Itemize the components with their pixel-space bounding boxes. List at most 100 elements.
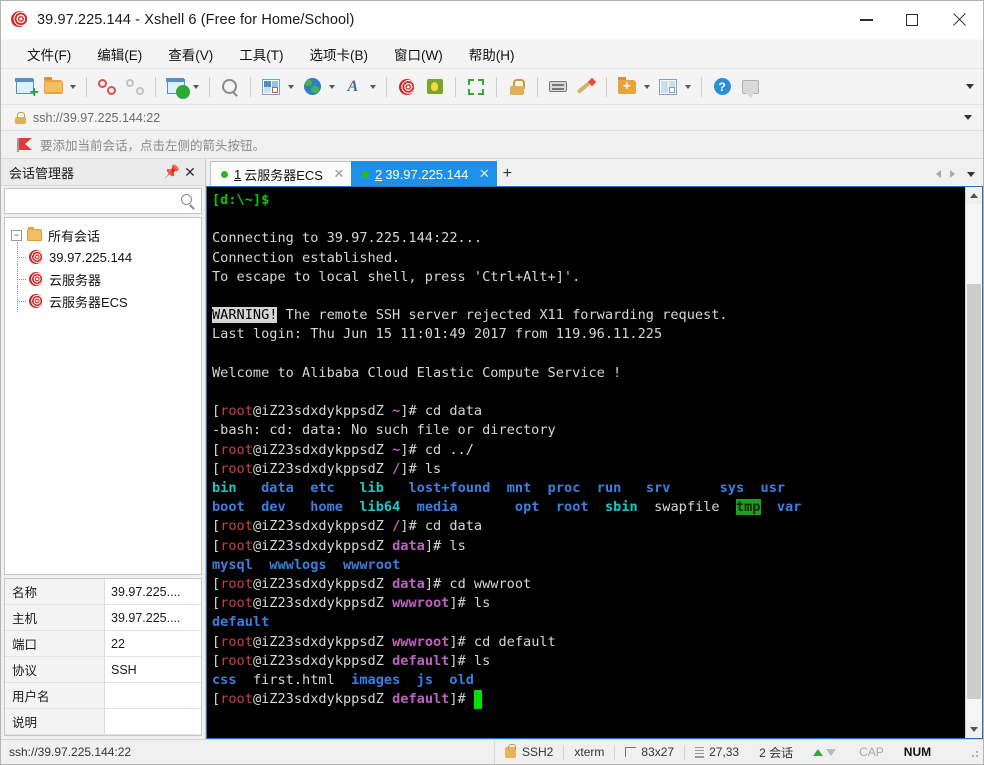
menu-view[interactable]: 查看(V)	[158, 41, 223, 67]
status-cursor-group: 27,33	[685, 740, 749, 765]
terminal-line: To escape to local shell, press 'Ctrl+Al…	[212, 268, 965, 287]
search-icon[interactable]	[181, 194, 195, 208]
font-dropdown-icon[interactable]	[367, 75, 378, 99]
tab-close-icon[interactable]: ✕	[478, 166, 490, 182]
session-item-3[interactable]: 云服务器ECS	[5, 286, 201, 312]
terminal-text: tmp	[735, 499, 761, 516]
properties-dropdown-icon[interactable]	[190, 75, 201, 99]
session-item-label: 云服务器ECS	[49, 294, 128, 310]
toolbar-divider	[86, 76, 87, 97]
menu-file[interactable]: 文件(F)	[17, 41, 81, 67]
tab-list-dropdown-icon[interactable]	[963, 166, 979, 182]
terminal-text: [	[212, 403, 221, 420]
terminal-text: [	[212, 537, 221, 554]
terminal-size-icon	[625, 747, 637, 757]
open-folder-icon[interactable]	[41, 75, 65, 99]
tab-scroll-left-icon[interactable]	[931, 166, 945, 182]
resize-grip[interactable]	[967, 745, 980, 759]
new-tab-button[interactable]: +	[496, 161, 518, 186]
tab-scroll-right-icon[interactable]	[945, 166, 959, 182]
address-bar[interactable]: ssh://39.97.225.144:22	[1, 105, 983, 131]
session-item-2[interactable]: 云服务器	[5, 264, 201, 290]
close-icon[interactable]: ✕	[181, 163, 199, 181]
font-icon[interactable]: A	[341, 75, 365, 99]
pin-icon[interactable]: 📌	[163, 163, 181, 181]
chat-icon[interactable]	[738, 75, 762, 99]
split-view-dropdown-icon[interactable]	[682, 75, 693, 99]
scroll-up-icon[interactable]	[966, 187, 982, 204]
terminal-text: root	[220, 576, 253, 593]
layout-icon[interactable]	[259, 75, 283, 99]
globe-icon[interactable]	[300, 75, 324, 99]
help-icon[interactable]: ?	[710, 75, 734, 99]
terminal-text: [	[212, 576, 221, 593]
session-properties-icon[interactable]	[164, 75, 188, 99]
terminal-text: root	[220, 691, 253, 708]
tab-2[interactable]: 2 39.97.225.144 ✕	[350, 161, 498, 186]
fullscreen-icon[interactable]	[464, 75, 488, 99]
highlight-icon[interactable]	[574, 75, 598, 99]
tab-close-icon[interactable]: ✕	[333, 166, 345, 182]
toolbar-overflow-icon[interactable]	[963, 80, 977, 94]
terminal-text: root	[220, 403, 253, 420]
open-folder-dropdown-icon[interactable]	[67, 75, 78, 99]
terminal-text: ]# ls	[449, 652, 491, 669]
terminal-scrollbar[interactable]	[965, 187, 982, 738]
tab-number: 1	[234, 166, 242, 182]
find-icon[interactable]	[218, 75, 242, 99]
terminal-text: default	[392, 652, 450, 669]
address-value[interactable]: ssh://39.97.225.144:22	[33, 111, 160, 125]
tree-root-all-sessions[interactable]: − 所有会话	[5, 224, 201, 246]
menu-tools[interactable]: 工具(T)	[229, 41, 293, 67]
terminal-text: root	[220, 460, 253, 477]
address-dropdown-icon[interactable]	[961, 111, 975, 125]
search-input[interactable]	[10, 194, 196, 208]
terminal-text: @iZ23sdxdykppsdZ	[252, 652, 393, 669]
snail-icon[interactable]	[395, 75, 419, 99]
globe-dropdown-icon[interactable]	[326, 75, 337, 99]
terminal-output[interactable]: [d:\~]$ Connecting to 39.97.225.144:22..…	[207, 187, 965, 738]
maximize-button[interactable]	[889, 1, 935, 39]
property-value: 22	[111, 636, 125, 651]
keyboard-icon[interactable]	[546, 75, 570, 99]
tab-1[interactable]: 1 云服务器ECS ✕	[210, 161, 352, 186]
link-icon[interactable]	[123, 75, 147, 99]
session-item-label: 云服务器	[49, 272, 102, 288]
menu-help[interactable]: 帮助(H)	[459, 41, 525, 67]
status-dimensions-group: 83x27	[615, 740, 684, 765]
quick-command-icon[interactable]	[423, 75, 447, 99]
scroll-down-icon[interactable]	[966, 721, 982, 738]
layout-dropdown-icon[interactable]	[285, 75, 296, 99]
menu-edit[interactable]: 编辑(E)	[87, 41, 152, 67]
scrollbar-track[interactable]	[966, 204, 982, 721]
session-item-label: 39.97.225.144	[49, 249, 133, 265]
property-row-port: 端口 22	[5, 631, 201, 657]
tree-collapse-icon[interactable]: −	[11, 229, 22, 241]
scrollbar-thumb[interactable]	[967, 284, 981, 699]
terminal-line: [root@iZ23sdxdykppsdZ /]# cd data	[212, 517, 965, 536]
close-button[interactable]	[935, 1, 983, 39]
transfer-dropdown-icon[interactable]	[641, 75, 652, 99]
status-cursor-position: 27,33	[709, 745, 740, 759]
new-session-icon[interactable]	[13, 75, 39, 101]
terminal-text: root	[220, 595, 253, 612]
transfer-icon[interactable]	[615, 75, 639, 99]
status-dot-icon	[361, 170, 369, 178]
status-dimensions: 83x27	[641, 745, 675, 759]
terminal-line: [root@iZ23sdxdykppsdZ ~]# cd ../	[212, 441, 965, 460]
split-view-icon[interactable]	[656, 75, 680, 99]
lock-icon[interactable]	[505, 75, 529, 99]
terminal-text: ]# cd default	[449, 633, 556, 650]
minimize-button[interactable]	[843, 1, 889, 39]
menu-window[interactable]: 窗口(W)	[384, 41, 453, 67]
session-item-1[interactable]: 39.97.225.144	[5, 242, 201, 268]
menu-tabs[interactable]: 选项卡(B)	[300, 41, 379, 67]
session-search-box[interactable]	[4, 188, 202, 214]
disconnect-icon[interactable]	[95, 75, 119, 99]
